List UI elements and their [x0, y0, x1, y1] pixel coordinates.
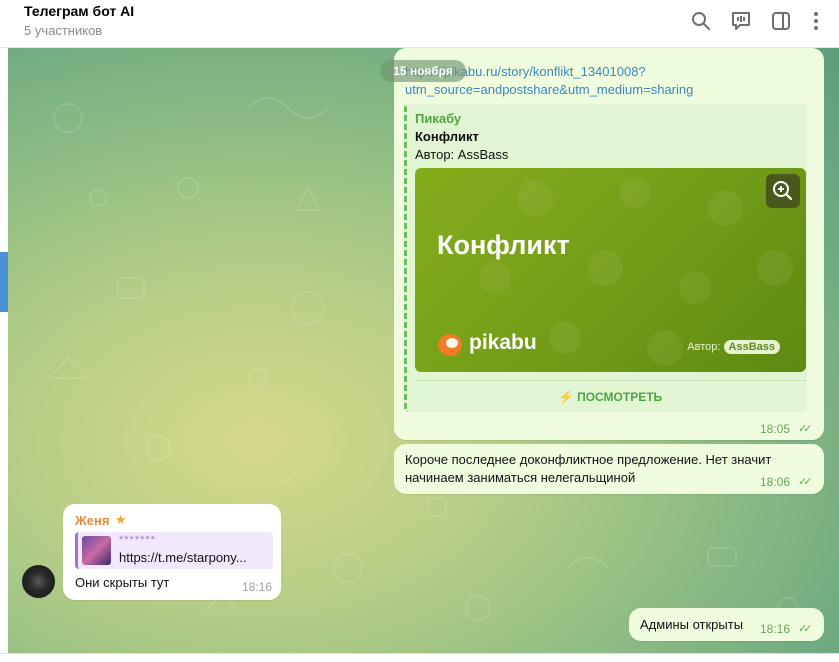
reply-thumbnail [82, 536, 111, 565]
sidebar-toggle-icon[interactable] [770, 10, 792, 32]
more-options-icon[interactable] [805, 10, 827, 32]
message-time: 18:06 [760, 475, 791, 489]
message-text-line1: Короче последнее доконфликтное предложен… [405, 452, 772, 467]
read-checkmarks-icon: ✓✓ [798, 423, 813, 435]
read-checkmarks-icon: ✓✓ [798, 623, 813, 635]
read-checkmarks-icon: ✓✓ [798, 476, 813, 488]
zoom-button[interactable] [766, 174, 800, 208]
preview-image-title: Конфликт [437, 230, 570, 260]
outgoing-message-text[interactable]: Админы открыты 18:16 ✓✓ [629, 608, 824, 641]
image-author-label: Автор: [687, 341, 721, 353]
message-text: Админы открыты [640, 617, 744, 632]
star-icon: ★ [115, 512, 127, 527]
message-link-line2[interactable]: utm_source=andpostshare&utm_medium=shari… [405, 81, 693, 99]
preview-divider [415, 380, 806, 381]
preview-image-author: Автор: AssBass [687, 340, 780, 354]
reply-quote[interactable]: ******* https://t.me/starpony... [75, 532, 273, 569]
sender-name[interactable]: Женя [75, 513, 109, 528]
date-separator: 15 ноября [380, 60, 466, 82]
message-time: 18:16 [242, 580, 273, 594]
preview-description: Автор: AssBass [415, 147, 509, 162]
avatar[interactable] [22, 565, 55, 598]
chat-area[interactable]: 15 ноября https://pikabu.ru/story/konfli… [8, 48, 839, 653]
search-icon[interactable] [690, 10, 712, 32]
message-time: 18:05 [760, 422, 791, 436]
video-chat-icon[interactable] [730, 10, 752, 32]
preview-title: Конфликт [415, 129, 479, 144]
scroll-accent [0, 252, 8, 312]
message-text: Они скрыты тут [75, 575, 170, 590]
link-preview[interactable]: Пикабу Конфликт Автор: AssBass Конфликт [404, 104, 807, 412]
pikabu-logo-icon [438, 334, 462, 356]
preview-image[interactable]: Конфликт pikabu Автор: AssBass [415, 168, 806, 372]
message-text-line2: начинаем заниматься нелегальщиной [405, 470, 636, 485]
incoming-message[interactable]: Женя ★ ******* https://t.me/starpony... … [63, 504, 281, 600]
member-count[interactable]: 5 участников [24, 23, 102, 38]
chat-title[interactable]: Телеграм бот AI [24, 3, 134, 19]
outgoing-message-text[interactable]: Короче последнее доконфликтное предложен… [394, 444, 824, 494]
message-time: 18:16 [760, 622, 791, 636]
pikabu-logo-text: pikabu [469, 331, 537, 354]
zoom-in-icon [773, 181, 793, 201]
outgoing-message-link[interactable]: https://pikabu.ru/story/konflikt_1340100… [394, 48, 824, 440]
image-author-badge: AssBass [723, 340, 780, 354]
reply-text: https://t.me/starpony... [119, 550, 247, 565]
reply-author: ******* [119, 534, 156, 546]
view-button[interactable]: ⚡ ПОСМОТРЕТЬ [415, 385, 806, 409]
preview-site-name: Пикабу [415, 111, 462, 126]
chat-header: Телеграм бот AI 5 участников [0, 0, 839, 48]
